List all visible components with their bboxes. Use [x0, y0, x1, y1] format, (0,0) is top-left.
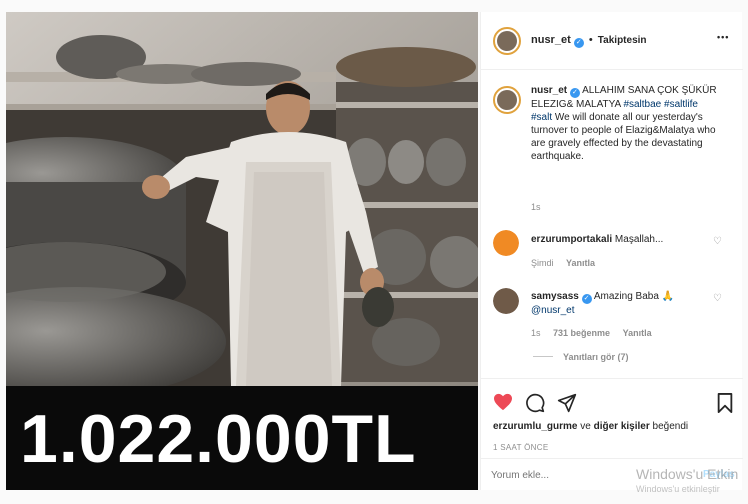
save-bookmark-icon[interactable] — [717, 393, 733, 413]
comment-text: Amazing Baba 🙏 — [593, 291, 675, 302]
like-heart-icon[interactable] — [493, 393, 513, 411]
caption-avatar[interactable] — [493, 86, 521, 114]
comment-1-meta: Şimdi Yanıtla — [531, 258, 595, 268]
comment-2-meta: 1s 731 beğenme Yanıtla — [531, 328, 652, 338]
comment-2: samysass ✓ Amazing Baba 🙏 @nusr_et — [531, 290, 711, 317]
comment-time: Şimdi — [531, 258, 554, 268]
commenter-avatar[interactable] — [493, 288, 519, 314]
hashtag-saltlife[interactable]: #saltlife — [664, 99, 698, 110]
verified-badge-icon: ✓ — [581, 294, 592, 304]
post-header: nusr_et ✓ • Takiptesin ••• — [481, 12, 743, 70]
caption: nusr_et ✓ ALLAHIM SANA ÇOK ŞÜKÜR ELEZIG&… — [531, 84, 721, 163]
verified-badge-icon: ✓ — [573, 38, 584, 48]
comment-username[interactable]: samysass — [531, 291, 579, 302]
comment-like-heart-icon[interactable]: ♡ — [713, 237, 723, 247]
comment-bubble-icon[interactable] — [525, 393, 545, 413]
author-username[interactable]: nusr_et — [531, 34, 571, 46]
comment-time: 1s — [531, 328, 541, 338]
caption-text-b: We will donate all our yesterday's turno… — [531, 112, 716, 162]
view-replies-label: Yanıtları gör (7) — [563, 352, 629, 362]
view-replies-button[interactable]: Yanıtları gör (7) — [533, 352, 629, 362]
likes-middle: ve — [577, 421, 594, 432]
comment-text: Maşallah... — [614, 234, 664, 245]
comment-mention[interactable]: @nusr_et — [531, 305, 575, 316]
post-timestamp: 1 SAAT ÖNCE — [493, 443, 549, 452]
reply-button[interactable]: Yanıtla — [623, 328, 652, 338]
post-photo[interactable]: 1.022.000TL — [6, 12, 478, 490]
author-avatar[interactable] — [493, 27, 521, 55]
liker-username[interactable]: erzurumlu_gurme — [493, 421, 577, 432]
comment-likes-count[interactable]: 731 beğenme — [553, 328, 610, 338]
replies-divider — [533, 356, 553, 357]
likes-tail: beğendi — [649, 421, 689, 432]
comment-like-heart-icon[interactable]: ♡ — [713, 294, 723, 304]
more-options-icon[interactable]: ••• — [717, 32, 729, 42]
follow-status-button[interactable]: Takiptesin — [598, 35, 647, 46]
caption-username[interactable]: nusr_et — [531, 85, 567, 96]
reply-button[interactable]: Yanıtla — [566, 258, 595, 268]
kitchen-photo-illustration — [6, 12, 478, 386]
comment-username[interactable]: erzurumportakali — [531, 234, 612, 245]
commenter-avatar[interactable] — [493, 230, 519, 256]
likes-summary: erzurumlu_gurme ve diğer kişiler beğendi — [493, 421, 688, 432]
share-send-icon[interactable] — [557, 393, 577, 413]
hashtag-saltbae[interactable]: #saltbae — [623, 99, 661, 110]
caption-time: 1s — [531, 202, 541, 212]
post-side-panel: nusr_et ✓ • Takiptesin ••• nusr_et ✓ ALL… — [480, 12, 743, 490]
header-user-line: nusr_et ✓ • Takiptesin — [531, 34, 647, 48]
windows-activation-watermark-sub: Windows'u etkinleştir — [636, 484, 720, 494]
verified-badge-icon: ✓ — [569, 88, 580, 98]
instagram-post-window: 1.022.000TL nusr_et ✓ • Takiptesin ••• n… — [0, 0, 748, 504]
windows-activation-watermark: Windows'u Etkin — [636, 466, 739, 482]
other-likers-link[interactable]: diğer kişiler — [594, 421, 650, 432]
comment-1: erzurumportakali Maşallah... — [531, 234, 663, 245]
donation-amount-text: 1.022.000TL — [20, 401, 417, 477]
hashtag-salt[interactable]: #salt — [531, 112, 552, 123]
post-actions: erzurumlu_gurme ve diğer kişiler beğendi… — [481, 378, 743, 462]
header-separator: • — [588, 34, 593, 46]
